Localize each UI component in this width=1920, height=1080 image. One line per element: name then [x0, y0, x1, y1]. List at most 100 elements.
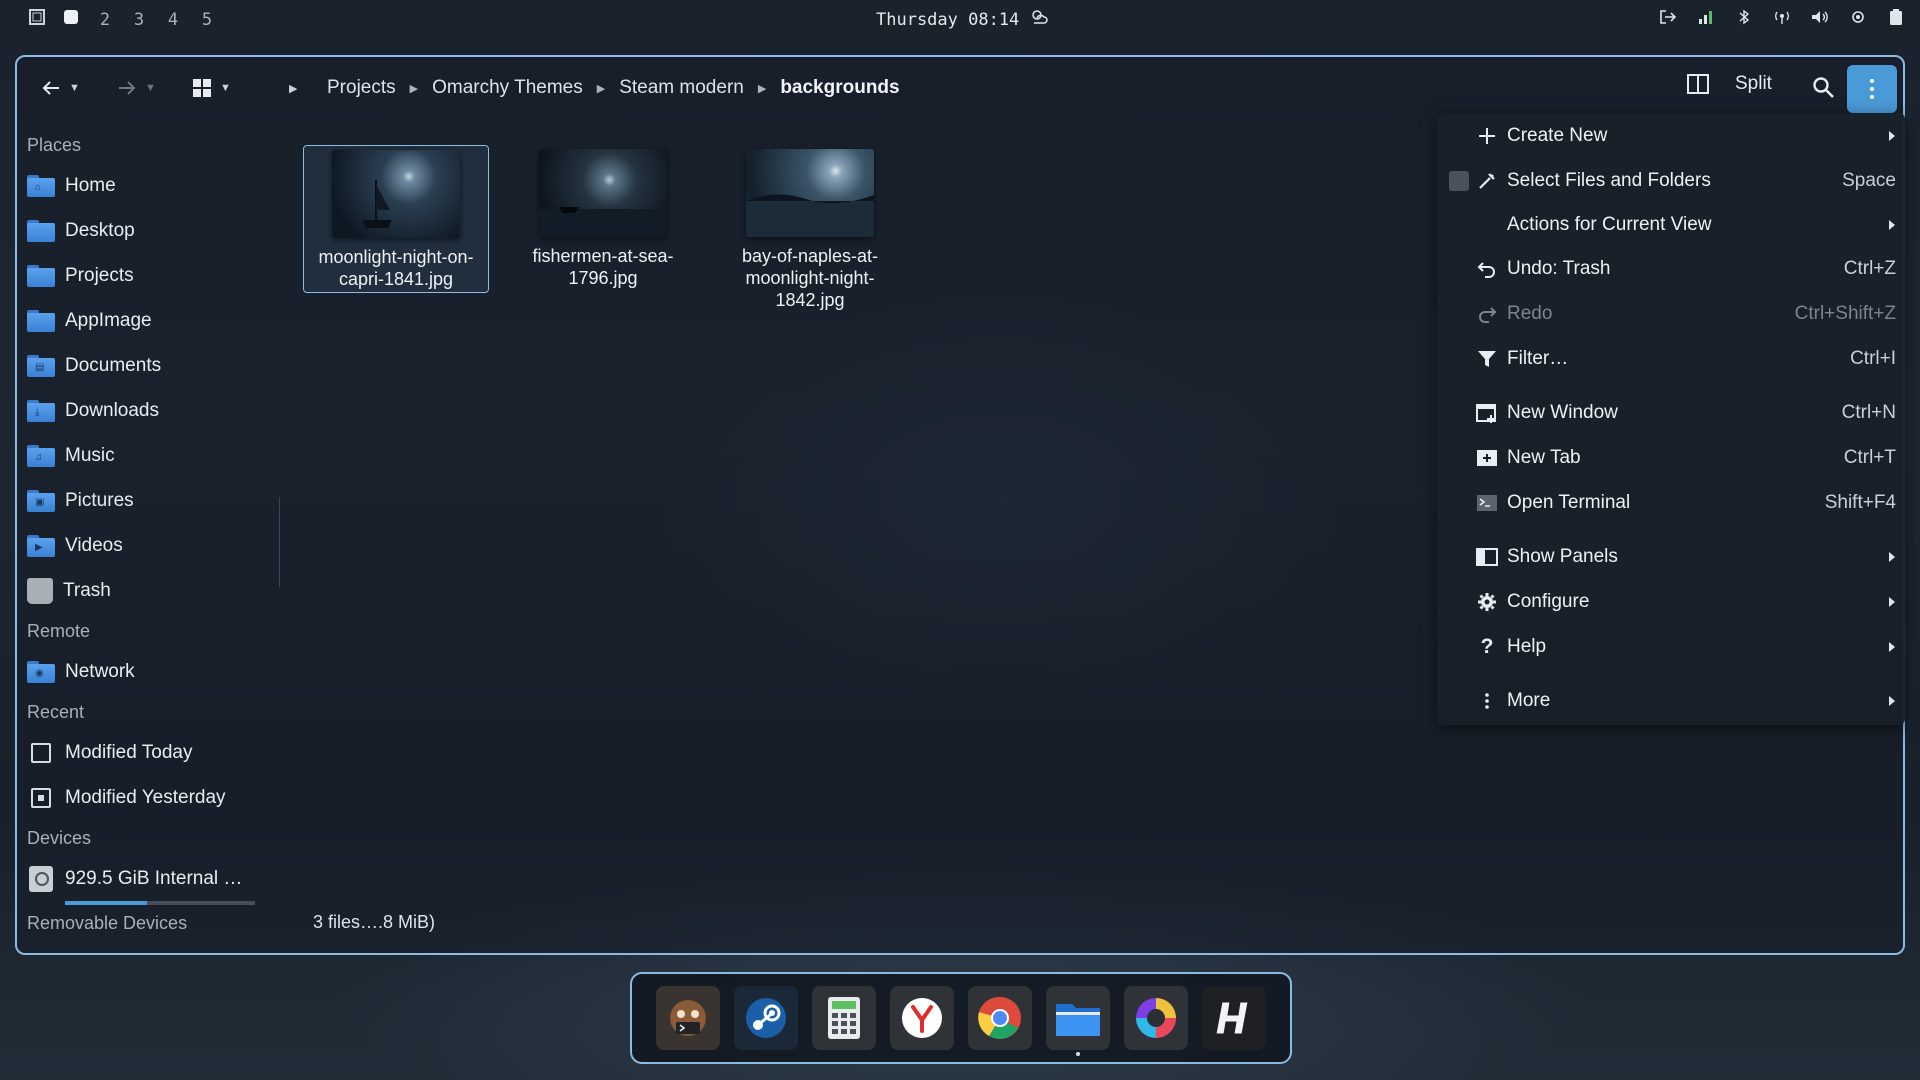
- sidebar-item-music[interactable]: ♫ Music: [27, 433, 277, 478]
- folder-icon: ⤓: [27, 399, 55, 422]
- menu-item-filter[interactable]: Filter… Ctrl+I: [1437, 339, 1905, 379]
- file-item[interactable]: moonlight-night-on-capri-1841.jpg: [303, 145, 489, 293]
- submenu-arrow-icon: [1889, 696, 1895, 706]
- menu-item-shortcut: Shift+F4: [1824, 492, 1896, 513]
- yandex-browser-app-icon[interactable]: [890, 986, 954, 1050]
- breadcrumb-current[interactable]: backgrounds: [780, 77, 899, 99]
- sidebar-item-network[interactable]: ◉ Network: [27, 649, 277, 694]
- search-icon: [1813, 77, 1834, 98]
- sidebar-item-label: Documents: [65, 354, 162, 376]
- wifi-icon[interactable]: [1696, 9, 1716, 29]
- system-tray: [1658, 8, 1906, 30]
- menu-item-label: Select Files and Folders: [1507, 170, 1711, 191]
- trash-icon: [27, 577, 53, 604]
- breadcrumb-item[interactable]: Projects: [327, 77, 396, 99]
- sidebar-item-internal-drive[interactable]: 929.5 GiB Internal …: [27, 856, 277, 905]
- folder-icon: ♫: [27, 444, 55, 467]
- cpu-icon[interactable]: [1848, 9, 1868, 29]
- clock[interactable]: Thursday 08:14: [876, 8, 1049, 31]
- menu-item-more[interactable]: More: [1437, 681, 1905, 721]
- chrome-app-icon[interactable]: [968, 986, 1032, 1050]
- submenu-arrow-icon: [1889, 642, 1895, 652]
- files-app-icon[interactable]: [1046, 986, 1110, 1050]
- section-header-devices: Devices: [27, 828, 92, 848]
- breadcrumb-root-arrow[interactable]: ▶: [289, 73, 297, 103]
- folder-icon: [27, 309, 55, 332]
- calendar-today-icon: [31, 742, 51, 763]
- sidebar-item-label: Network: [65, 660, 135, 682]
- section-header-places: Places: [27, 135, 82, 155]
- hyprland-app-icon[interactable]: [1202, 986, 1266, 1050]
- overview-icon[interactable]: [20, 8, 54, 31]
- menu-item-configure[interactable]: Configure: [1437, 582, 1905, 622]
- menu-item-label: Show Panels: [1507, 546, 1618, 567]
- battery-icon[interactable]: [1886, 8, 1906, 30]
- grid-view-icon: [193, 79, 211, 97]
- sidebar-item-appimage[interactable]: AppImage: [27, 298, 277, 343]
- workspace-switcher: 2 3 4 5: [20, 8, 224, 31]
- dock: [630, 972, 1292, 1064]
- volume-icon[interactable]: [1810, 9, 1830, 29]
- file-item[interactable]: fishermen-at-sea-1796.jpg: [510, 145, 696, 289]
- folder-icon: ▶: [27, 534, 55, 557]
- sidebar-item-downloads[interactable]: ⤓ Downloads: [27, 388, 277, 433]
- sidebar-item-documents[interactable]: ▤ Documents: [27, 343, 277, 388]
- steam-app-icon[interactable]: [734, 986, 798, 1050]
- breadcrumb-item[interactable]: Omarchy Themes: [432, 77, 583, 99]
- top-bar: 2 3 4 5 Thursday 08:14: [0, 0, 1920, 38]
- color-picker-app-icon[interactable]: [1124, 986, 1188, 1050]
- back-button[interactable]: ▼: [41, 73, 80, 103]
- menu-item-redo[interactable]: Redo Ctrl+Shift+Z: [1437, 294, 1905, 334]
- hamburger-menu-button[interactable]: [1847, 65, 1897, 113]
- menu-item-select-files-and-folders[interactable]: Select Files and Folders Space: [1437, 161, 1905, 201]
- checkbox-icon: [1449, 171, 1469, 191]
- redo-icon: [1475, 302, 1499, 326]
- file-name: moonlight-night-on-capri-1841.jpg: [318, 247, 474, 289]
- chevron-down-icon[interactable]: ▼: [220, 82, 231, 94]
- workspace-3[interactable]: 3: [122, 10, 156, 30]
- search-button[interactable]: [1812, 73, 1842, 103]
- sidebar-item-videos[interactable]: ▶ Videos: [27, 523, 277, 568]
- bluetooth-icon[interactable]: [1734, 9, 1754, 29]
- chevron-down-icon[interactable]: ▼: [145, 82, 156, 94]
- thumbnail-image: [332, 150, 460, 238]
- more-icon: [1475, 689, 1499, 713]
- menu-item-undo-trash[interactable]: Undo: Trash Ctrl+Z: [1437, 249, 1905, 289]
- file-item[interactable]: bay-of-naples-at-moonlight-night-1842.jp…: [717, 145, 903, 311]
- menu-item-help[interactable]: ? Help: [1437, 627, 1905, 667]
- calculator-app-icon[interactable]: [812, 986, 876, 1050]
- sidebar-item-label: 929.5 GiB Internal …: [65, 867, 243, 889]
- menu-item-actions-for-current-view[interactable]: Actions for Current View: [1437, 205, 1905, 245]
- sidebar-item-home[interactable]: ⌂ Home: [27, 163, 277, 208]
- workspace-4[interactable]: 4: [156, 10, 190, 30]
- sidebar-item-pictures[interactable]: ▣ Pictures: [27, 478, 277, 523]
- logout-icon[interactable]: [1658, 9, 1678, 29]
- sidebar-item-projects[interactable]: Projects: [27, 253, 277, 298]
- workspace-2[interactable]: 2: [88, 10, 122, 30]
- sidebar-item-label: Pictures: [65, 489, 134, 511]
- menu-item-new-tab[interactable]: New Tab Ctrl+T: [1437, 438, 1905, 478]
- network-icon[interactable]: [1772, 9, 1792, 29]
- sidebar-item-trash[interactable]: Trash: [27, 568, 277, 613]
- sidebar-item-modified-today[interactable]: Modified Today: [27, 730, 277, 775]
- menu-item-show-panels[interactable]: Show Panels: [1437, 537, 1905, 577]
- workspace-1-active-icon[interactable]: [54, 9, 88, 30]
- menu-item-label: Open Terminal: [1507, 492, 1631, 513]
- panel-splitter[interactable]: [279, 497, 280, 587]
- menu-item-open-terminal[interactable]: Open Terminal Shift+F4: [1437, 483, 1905, 523]
- forward-button[interactable]: ▼: [117, 73, 156, 103]
- terminal-app-icon[interactable]: [656, 986, 720, 1050]
- breadcrumb-item[interactable]: Steam modern: [619, 77, 744, 99]
- new-window-icon: [1475, 401, 1499, 425]
- chevron-down-icon[interactable]: ▼: [69, 82, 80, 94]
- workspace-5[interactable]: 5: [190, 10, 224, 30]
- sidebar-item-label: Modified Yesterday: [65, 786, 226, 808]
- sidebar-item-desktop[interactable]: Desktop: [27, 208, 277, 253]
- view-mode-button[interactable]: ▼: [192, 73, 231, 103]
- menu-item-create-new[interactable]: Create New: [1437, 116, 1905, 156]
- split-button[interactable]: Split: [1687, 73, 1772, 95]
- menu-item-shortcut: Ctrl+Shift+Z: [1794, 303, 1896, 324]
- menu-item-new-window[interactable]: New Window Ctrl+N: [1437, 393, 1905, 433]
- sidebar-item-modified-yesterday[interactable]: Modified Yesterday: [27, 775, 277, 820]
- thumbnail-image: [746, 149, 874, 237]
